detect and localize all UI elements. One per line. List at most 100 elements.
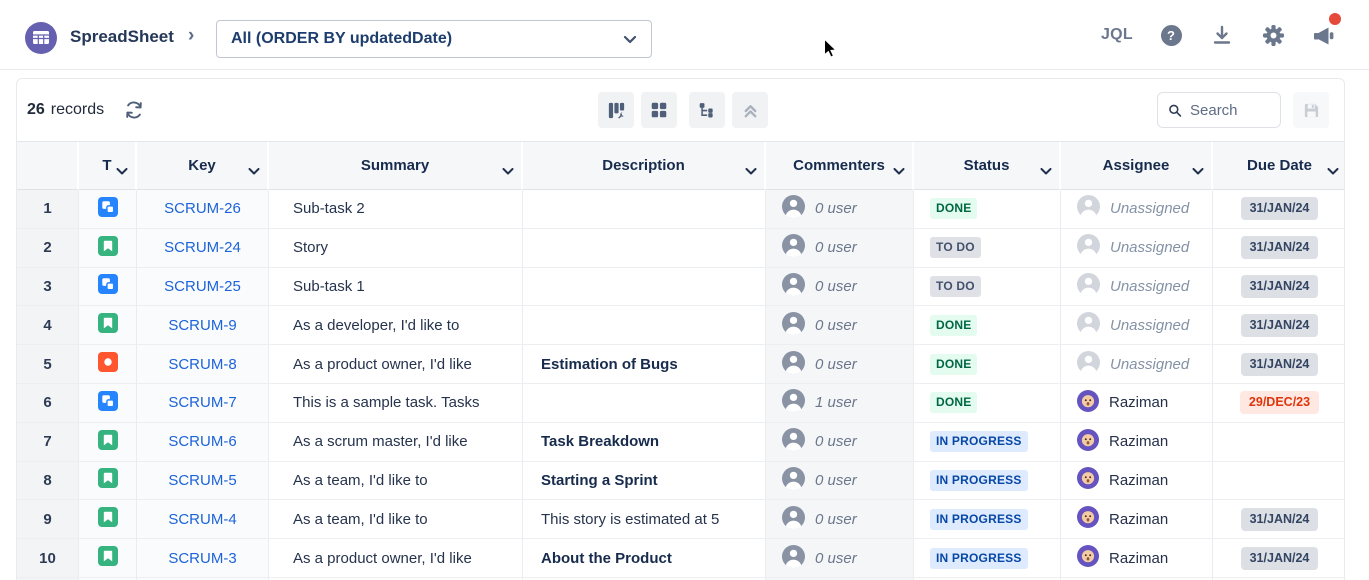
status-cell[interactable]: TO DO (914, 268, 1061, 307)
issue-type-cell[interactable] (79, 306, 137, 345)
assignee-cell[interactable]: Unassigned (1061, 190, 1213, 229)
due-date-cell[interactable]: 31/JAN/24 (1213, 345, 1345, 384)
assignee-cell[interactable]: Raziman (1061, 384, 1213, 423)
summary-cell[interactable]: Sub-task 2 (269, 190, 523, 229)
column-header-status[interactable]: Status (914, 142, 1061, 190)
megaphone-icon[interactable] (1311, 22, 1337, 48)
description-cell[interactable] (523, 190, 766, 229)
app-logo-icon[interactable] (25, 22, 57, 54)
help-icon[interactable]: ? (1158, 22, 1184, 48)
status-cell[interactable]: DONE (914, 384, 1061, 423)
summary-cell[interactable]: As a product owner, I'd like (269, 345, 523, 384)
row-number-cell[interactable]: 3 (17, 268, 79, 307)
status-cell[interactable]: IN PROGRESS (914, 539, 1061, 578)
column-header-summary[interactable]: Summary (269, 142, 523, 190)
description-cell[interactable] (523, 384, 766, 423)
search-box[interactable] (1157, 92, 1281, 128)
due-date-cell[interactable]: 29/DEC/23 (1213, 384, 1345, 423)
assignee-cell[interactable]: Raziman (1061, 500, 1213, 539)
issue-key-link[interactable]: SCRUM-3 (168, 550, 236, 567)
save-button[interactable] (1293, 92, 1329, 128)
issue-type-cell[interactable] (79, 345, 137, 384)
description-cell[interactable]: About the Product (523, 539, 766, 578)
status-cell[interactable]: IN PROGRESS (914, 500, 1061, 539)
summary-cell[interactable]: Sub-task 1 (269, 268, 523, 307)
assignee-cell[interactable]: Raziman (1061, 462, 1213, 501)
row-number-cell[interactable]: 9 (17, 500, 79, 539)
grid-view-button[interactable] (641, 92, 677, 128)
status-cell[interactable]: DONE (914, 345, 1061, 384)
due-date-cell[interactable]: 31/JAN/24 (1213, 306, 1345, 345)
due-date-cell[interactable]: 31/JAN/24 (1213, 268, 1345, 307)
assignee-cell[interactable]: Unassigned (1061, 229, 1213, 268)
summary-cell[interactable]: As a developer, I'd like to (269, 306, 523, 345)
issue-key-link[interactable]: SCRUM-25 (164, 278, 241, 295)
due-date-cell[interactable]: 31/JAN/24 (1213, 190, 1345, 229)
refresh-icon[interactable] (120, 96, 148, 124)
row-number-cell[interactable]: 1 (17, 190, 79, 229)
collapse-all-button[interactable] (732, 92, 768, 128)
description-cell[interactable] (523, 229, 766, 268)
due-date-cell[interactable]: 31/JAN/24 (1213, 229, 1345, 268)
tree-view-button[interactable] (689, 92, 725, 128)
due-date-cell[interactable]: 31/JAN/24 (1213, 539, 1345, 578)
column-settings-button[interactable] (598, 92, 634, 128)
description-cell[interactable] (523, 306, 766, 345)
due-date-cell[interactable]: 31/JAN/24 (1213, 500, 1345, 539)
issue-key-link[interactable]: SCRUM-9 (168, 317, 236, 334)
assignee-cell[interactable]: Raziman (1061, 539, 1213, 578)
row-number-cell[interactable]: 2 (17, 229, 79, 268)
description-cell[interactable]: Task Breakdown (523, 423, 766, 462)
description-cell[interactable]: This story is estimated at 5 (523, 500, 766, 539)
assignee-cell[interactable]: Raziman (1061, 423, 1213, 462)
description-cell[interactable]: Starting a Sprint (523, 462, 766, 501)
column-header-description[interactable]: Description (523, 142, 766, 190)
issue-type-cell[interactable] (79, 462, 137, 501)
gear-icon[interactable] (1260, 22, 1286, 48)
issue-type-cell[interactable] (79, 500, 137, 539)
summary-cell[interactable]: As a team, I'd like to (269, 500, 523, 539)
description-cell[interactable]: Estimation of Bugs (523, 345, 766, 384)
status-cell[interactable]: TO DO (914, 229, 1061, 268)
row-number-cell[interactable]: 8 (17, 462, 79, 501)
issue-key-link[interactable]: SCRUM-24 (164, 239, 241, 256)
issue-type-cell[interactable] (79, 229, 137, 268)
issue-key-link[interactable]: SCRUM-6 (168, 433, 236, 450)
jql-button[interactable]: JQL (1101, 26, 1133, 44)
issue-key-link[interactable]: SCRUM-8 (168, 356, 236, 373)
row-number-cell[interactable]: 4 (17, 306, 79, 345)
assignee-cell[interactable]: Unassigned (1061, 345, 1213, 384)
issue-key-link[interactable]: SCRUM-4 (168, 511, 236, 528)
column-header-assignee[interactable]: Assignee (1061, 142, 1213, 190)
summary-cell[interactable]: As a product owner, I'd like (269, 539, 523, 578)
issue-key-link[interactable]: SCRUM-5 (168, 472, 236, 489)
row-number-cell[interactable]: 6 (17, 384, 79, 423)
issue-type-cell[interactable] (79, 190, 137, 229)
description-cell[interactable] (523, 268, 766, 307)
search-input[interactable] (1190, 102, 1270, 119)
issue-type-cell[interactable] (79, 384, 137, 423)
status-cell[interactable]: DONE (914, 190, 1061, 229)
summary-cell[interactable]: As a scrum master, I'd like (269, 423, 523, 462)
column-header-key[interactable]: Key (137, 142, 269, 190)
status-cell[interactable]: DONE (914, 306, 1061, 345)
column-header-due-date[interactable]: Due Date (1213, 142, 1345, 190)
issue-type-cell[interactable] (79, 539, 137, 578)
due-date-cell[interactable] (1213, 462, 1345, 501)
summary-cell[interactable]: As a team, I'd like to (269, 462, 523, 501)
issue-key-link[interactable]: SCRUM-7 (168, 394, 236, 411)
view-selector-dropdown[interactable]: All (ORDER BY updatedDate) (216, 20, 652, 58)
issue-type-cell[interactable] (79, 423, 137, 462)
issue-type-cell[interactable] (79, 268, 137, 307)
download-icon[interactable] (1209, 22, 1235, 48)
column-header-commenters[interactable]: Commenters (766, 142, 914, 190)
assignee-cell[interactable]: Unassigned (1061, 306, 1213, 345)
due-date-cell[interactable] (1213, 423, 1345, 462)
status-cell[interactable]: IN PROGRESS (914, 423, 1061, 462)
assignee-cell[interactable]: Unassigned (1061, 268, 1213, 307)
column-header-t[interactable]: T (79, 142, 137, 190)
row-number-cell[interactable]: 7 (17, 423, 79, 462)
row-number-cell[interactable]: 10 (17, 539, 79, 578)
row-number-cell[interactable]: 5 (17, 345, 79, 384)
status-cell[interactable]: IN PROGRESS (914, 462, 1061, 501)
